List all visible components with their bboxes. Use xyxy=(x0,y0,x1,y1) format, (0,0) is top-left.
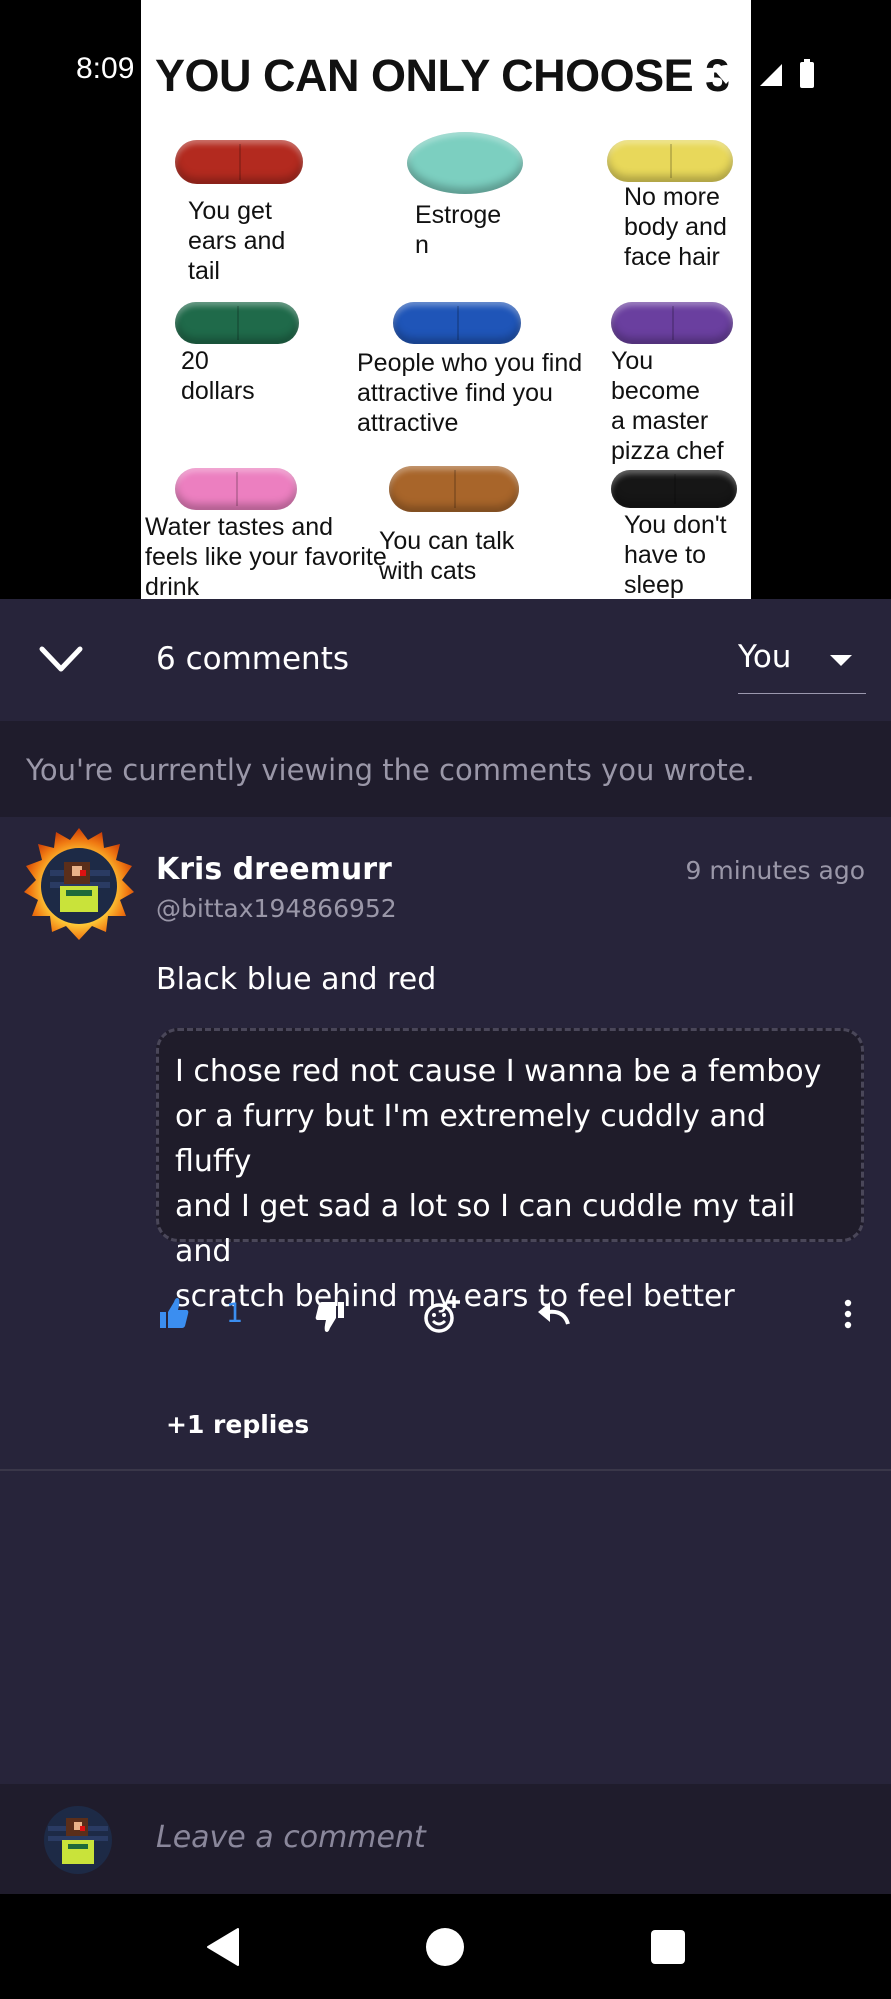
thumbs-up-icon[interactable] xyxy=(158,1290,190,1340)
purple-pill xyxy=(611,302,733,344)
estrogen-pill xyxy=(407,132,523,194)
comment-text: Black blue and red xyxy=(156,962,437,997)
comments-header: 6 comments You xyxy=(0,599,891,721)
comment-quote-block: I chose red not cause I wanna be a fembo… xyxy=(156,1028,864,1314)
comment-author[interactable]: Kris dreemurr xyxy=(156,852,392,887)
pill-label-sleep: You don't have to sleep xyxy=(624,511,727,599)
green-pill xyxy=(175,302,299,344)
battery-icon xyxy=(800,59,814,88)
leave-comment-input[interactable]: Leave a comment xyxy=(156,1820,426,1855)
status-icons xyxy=(714,59,814,88)
back-icon[interactable] xyxy=(200,1924,246,1970)
avatar[interactable] xyxy=(22,826,136,942)
divider xyxy=(0,1469,891,1471)
status-time: 8:09 xyxy=(76,52,135,85)
quote-line: I chose red not cause I wanna be a fembo… xyxy=(175,1054,822,1089)
reply-icon[interactable] xyxy=(536,1290,572,1340)
recents-icon[interactable] xyxy=(645,1924,691,1970)
brown-pill xyxy=(389,466,519,512)
black-pill xyxy=(611,470,737,508)
blue-pill xyxy=(393,302,521,344)
red-pill xyxy=(175,140,303,184)
comment-composer: Leave a comment xyxy=(0,1784,891,1894)
comment-handle[interactable]: @bittax194866952 xyxy=(156,894,397,923)
more-options-icon[interactable] xyxy=(838,1290,858,1340)
view-replies-button[interactable]: +1 replies xyxy=(166,1410,309,1439)
pill-label-ears: You get ears and tail xyxy=(188,197,286,285)
comments-count: 6 comments xyxy=(156,641,350,677)
comment-actions: 1 xyxy=(0,1290,891,1340)
yellow-pill xyxy=(607,140,733,182)
pill-label-water: Water tastes and feels like your favorit… xyxy=(145,513,387,599)
pill-label-hair: No more body and face hair xyxy=(624,183,727,271)
system-nav-bar xyxy=(0,1894,891,1999)
quote-line: or a furry but I'm extremely cuddly and … xyxy=(175,1099,766,1179)
filter-selected-value: You xyxy=(738,639,792,675)
viewing-notice: You're currently viewing the comments yo… xyxy=(0,721,891,817)
pink-pill xyxy=(175,468,297,510)
home-icon[interactable] xyxy=(422,1924,468,1970)
like-count: 1 xyxy=(226,1298,244,1329)
comment-timestamp: 9 minutes ago xyxy=(685,856,865,885)
caret-down-icon xyxy=(830,655,852,666)
user-avatar[interactable] xyxy=(42,1804,114,1876)
pill-label-dollars: 20 dollars xyxy=(181,347,255,405)
signal-icon xyxy=(760,64,782,86)
wifi-icon xyxy=(714,65,738,84)
pill-label-pizza: You become a master pizza chef xyxy=(611,347,724,465)
pill-label-attractive: People who you find attractive find you … xyxy=(357,349,583,437)
post-image-area: YOU CAN ONLY CHOOSE 3 You get ears and t… xyxy=(0,0,891,599)
chevron-down-icon[interactable] xyxy=(36,639,86,679)
add-reaction-icon[interactable] xyxy=(422,1290,462,1340)
notice-text: You're currently viewing the comments yo… xyxy=(26,753,755,787)
pill-label-cats: You can talk with cats xyxy=(379,527,515,585)
pill-label-estrogen: Estroge n xyxy=(415,201,502,259)
comments-filter-dropdown[interactable]: You xyxy=(738,635,866,694)
quote-line: and I get sad a lot so I can cuddle my t… xyxy=(175,1189,796,1269)
thumbs-down-icon[interactable] xyxy=(314,1290,346,1340)
